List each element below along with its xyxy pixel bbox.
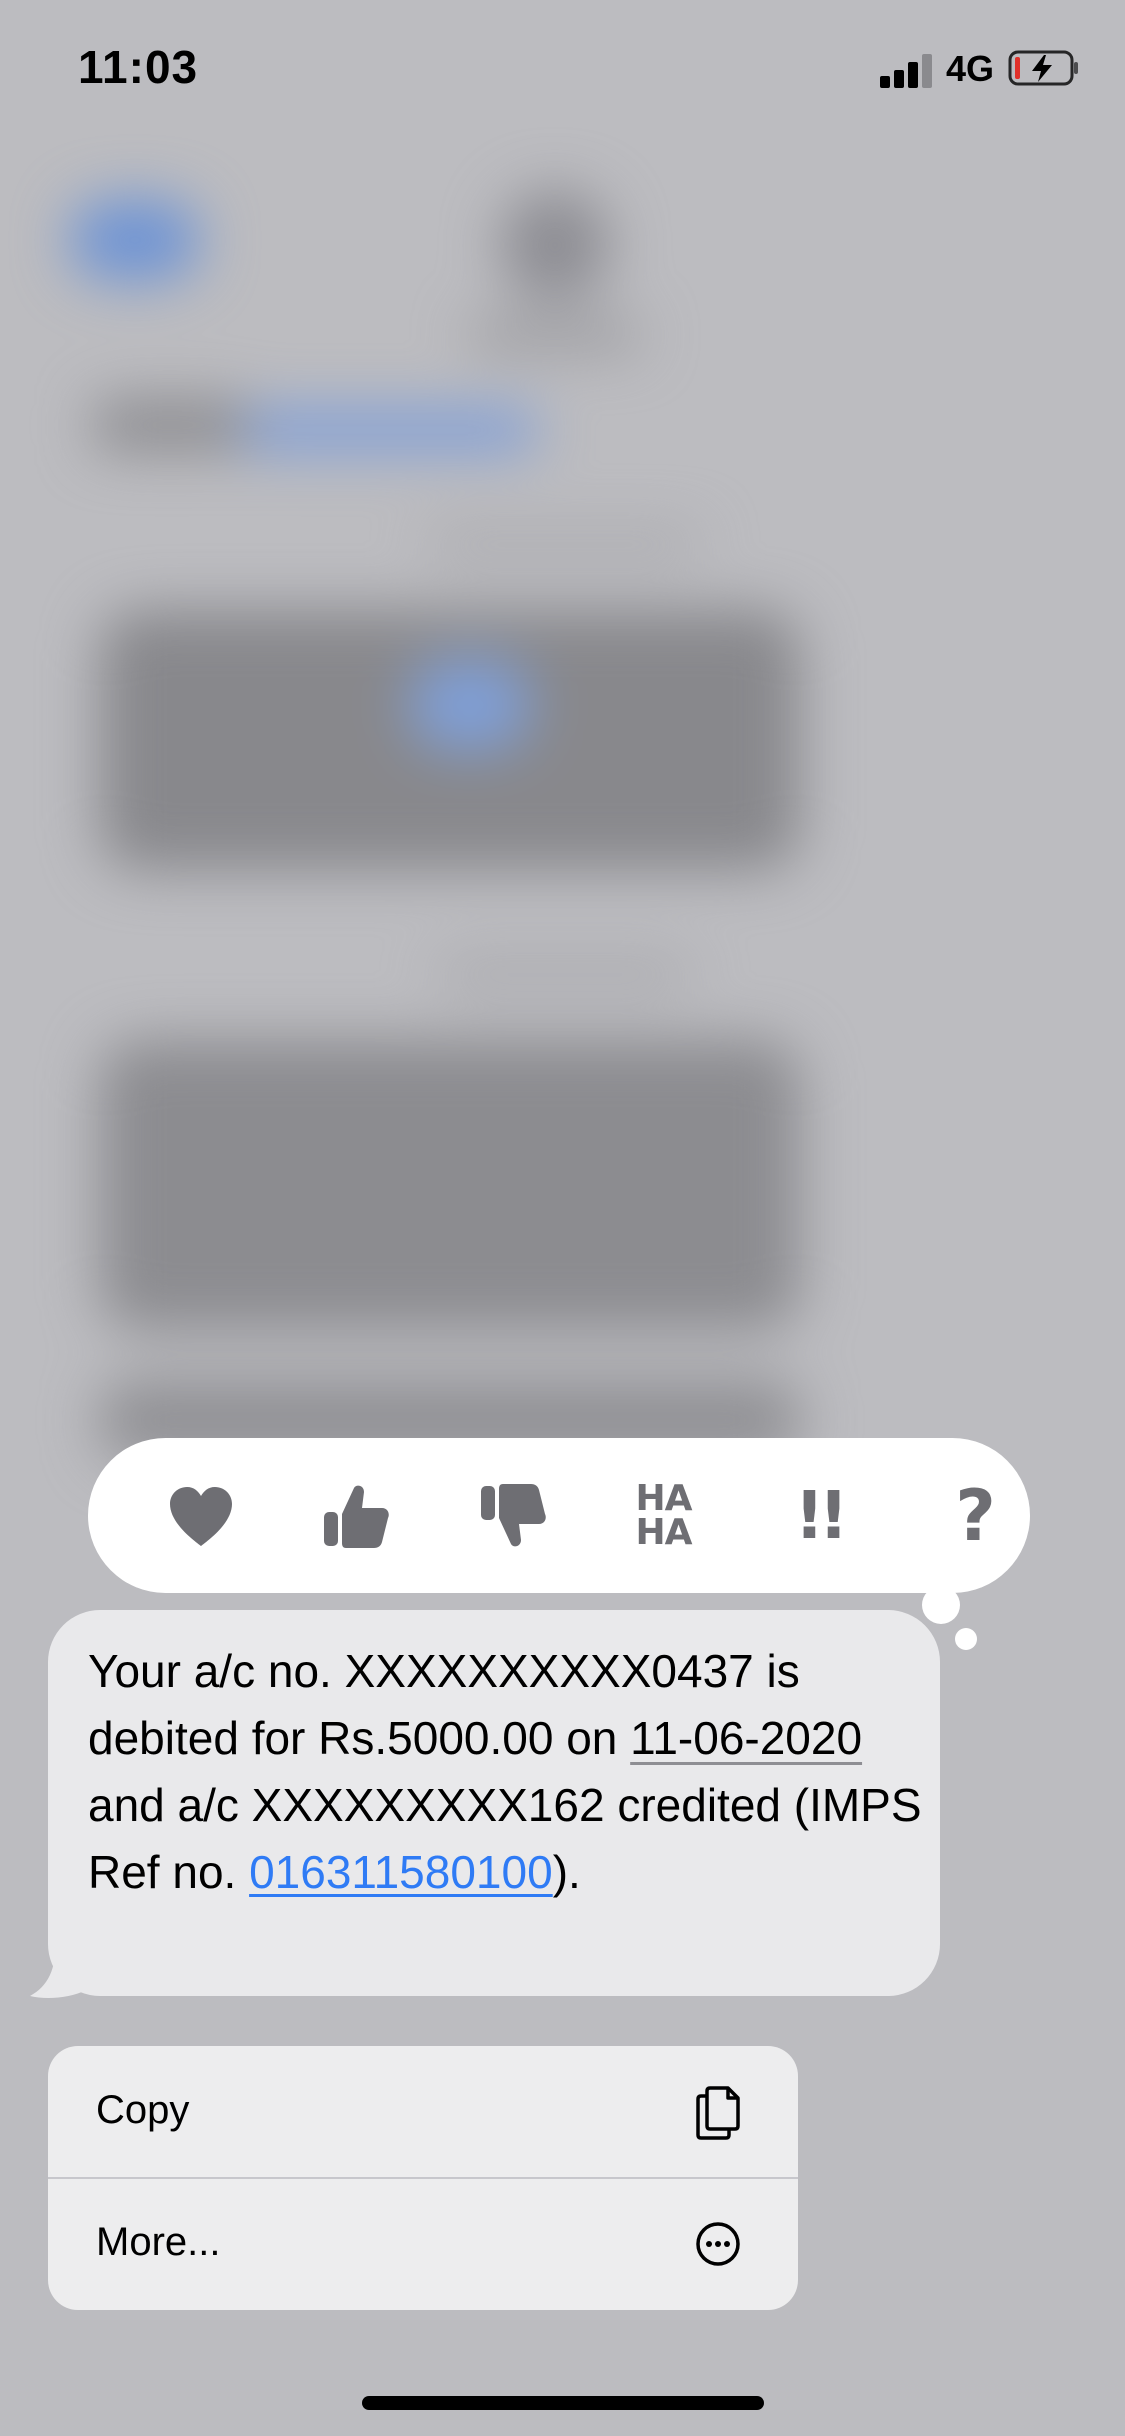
copy-menu-item[interactable]: Copy xyxy=(48,2046,798,2179)
thumbs-up-icon xyxy=(323,1485,389,1548)
status-time: 11:03 xyxy=(78,41,199,93)
question-icon: ? xyxy=(955,1474,996,1557)
more-menu-item[interactable]: More... xyxy=(48,2178,798,2310)
haha-bottom: HA xyxy=(635,1511,693,1553)
message-date[interactable]: 11-06-2020 xyxy=(630,1712,862,1764)
haha-icon: HA HA xyxy=(635,1477,693,1553)
reaction-bubble-dot-small xyxy=(955,1628,977,1650)
thumbs-down-icon xyxy=(480,1483,546,1546)
question-reaction-button[interactable]: ? xyxy=(923,1463,1028,1568)
home-indicator[interactable] xyxy=(362,2396,764,2410)
context-menu: Copy More... xyxy=(48,2046,798,2310)
heart-reaction-button[interactable] xyxy=(148,1463,253,1568)
copy-icon xyxy=(696,2086,740,2140)
haha-reaction-button[interactable]: HA HA xyxy=(611,1463,716,1568)
copy-label: Copy xyxy=(96,2088,190,2132)
emphasize-reaction-button[interactable]: !! xyxy=(766,1463,871,1568)
more-label: More... xyxy=(96,2220,221,2264)
heart-icon xyxy=(169,1486,232,1546)
tapback-reaction-bar: HA HA !! ? xyxy=(88,1438,1030,1593)
status-bar: 11:03 4G xyxy=(0,0,1125,140)
message-text: Your a/c no. XXXXXXXXXX0437 is debited f… xyxy=(88,1638,928,1906)
thumbs-up-reaction-button[interactable] xyxy=(303,1463,408,1568)
battery-charging-icon xyxy=(1008,50,1078,86)
thumbs-down-reaction-button[interactable] xyxy=(460,1463,565,1568)
ellipsis-circle-icon xyxy=(696,2222,740,2266)
message-text-part3: ). xyxy=(552,1846,581,1898)
haha-top: HA xyxy=(635,1477,693,1519)
network-type: 4G xyxy=(946,48,995,89)
double-exclamation-icon: !! xyxy=(794,1477,848,1554)
cellular-signal-icon xyxy=(880,52,936,88)
reference-number-link[interactable]: 016311580100 xyxy=(249,1846,553,1898)
reaction-bubble-dot-large xyxy=(922,1586,960,1624)
